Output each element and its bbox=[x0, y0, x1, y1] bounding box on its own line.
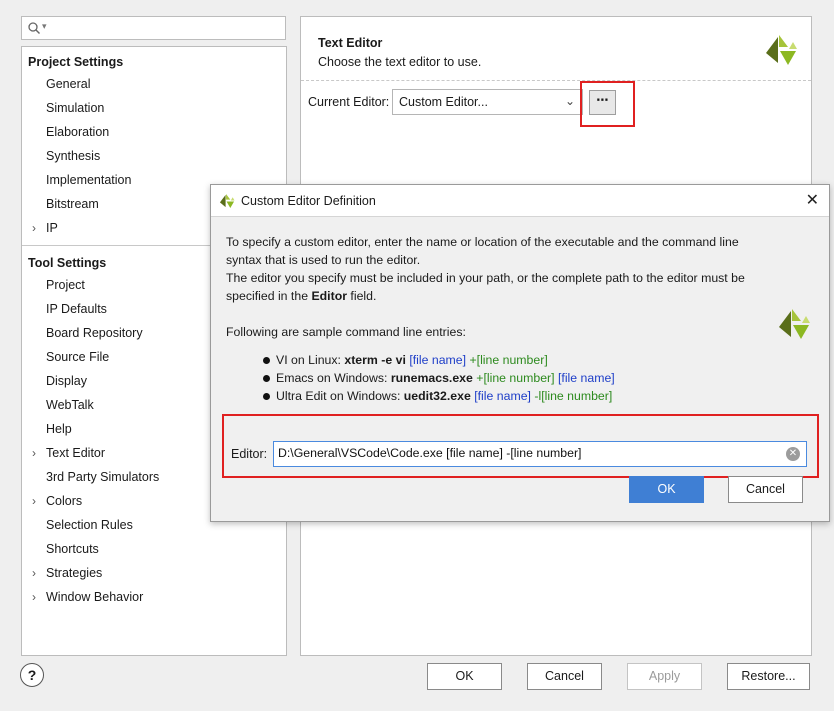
bullet-icon bbox=[263, 375, 270, 382]
sample-command: runemacs.exe bbox=[390, 371, 473, 385]
sample-line: Emacs on Windows: runemacs.exe +[line nu… bbox=[276, 371, 615, 385]
sample-arg: +[line number] bbox=[476, 371, 555, 385]
chevron-right-icon[interactable]: › bbox=[32, 590, 36, 604]
tree-item-board-repository[interactable]: Board Repository bbox=[46, 326, 143, 340]
vivado-logo-icon bbox=[219, 193, 235, 209]
panel-title: Text Editor bbox=[318, 36, 383, 50]
close-icon[interactable]: ✕ bbox=[806, 190, 819, 210]
tree-item-display[interactable]: Display bbox=[46, 374, 87, 388]
dialog-text-fragment: field. bbox=[350, 289, 377, 303]
editor-field-wrapper: ✕ bbox=[273, 441, 807, 467]
sample-command: xterm -e vi bbox=[344, 353, 406, 367]
editor-keyword: Editor bbox=[311, 289, 347, 303]
vivado-logo-icon bbox=[766, 35, 797, 65]
tree-item-project[interactable]: Project bbox=[46, 278, 85, 292]
vivado-logo-icon bbox=[779, 309, 810, 339]
apply-button[interactable]: Apply bbox=[627, 663, 702, 690]
sample-arg: +[line number] bbox=[469, 353, 548, 367]
clear-icon[interactable]: ✕ bbox=[786, 447, 800, 461]
sample-arg: [file name] bbox=[557, 371, 615, 385]
search-dropdown-icon: ▾ bbox=[42, 21, 47, 31]
tree-item-selection-rules[interactable]: Selection Rules bbox=[46, 518, 133, 532]
tree-item-simulation[interactable]: Simulation bbox=[46, 101, 104, 115]
project-settings-heading: Project Settings bbox=[28, 55, 124, 69]
search-input[interactable]: ▾ bbox=[21, 16, 286, 40]
highlight-box bbox=[580, 81, 635, 127]
dialog-text-line: The editor you specify must be included … bbox=[226, 271, 745, 285]
tree-item-window-behavior[interactable]: Window Behavior bbox=[46, 590, 143, 604]
chevron-right-icon[interactable]: › bbox=[32, 566, 36, 580]
custom-editor-dialog: Custom Editor Definition ✕ To specify a … bbox=[210, 184, 830, 522]
sample-arg: [file name] bbox=[474, 389, 531, 403]
dialog-text-line: specified in the Editor field. bbox=[226, 289, 376, 303]
chevron-right-icon[interactable]: › bbox=[32, 446, 36, 460]
panel-subtitle: Choose the text editor to use. bbox=[318, 55, 482, 69]
dialog-cancel-button[interactable]: Cancel bbox=[728, 476, 803, 503]
bullet-icon bbox=[263, 393, 270, 400]
cancel-button[interactable]: Cancel bbox=[527, 663, 602, 690]
editor-field[interactable] bbox=[278, 446, 778, 460]
current-editor-select[interactable]: Custom Editor... ⌄ bbox=[392, 89, 583, 115]
current-editor-value: Custom Editor... bbox=[399, 95, 488, 109]
chevron-right-icon[interactable]: › bbox=[32, 494, 36, 508]
tree-item-bitstream[interactable]: Bitstream bbox=[46, 197, 99, 211]
tree-item-strategies[interactable]: Strategies bbox=[46, 566, 102, 580]
sample-heading: Following are sample command line entrie… bbox=[226, 325, 466, 339]
restore-button[interactable]: Restore... bbox=[727, 663, 810, 690]
sample-line: VI on Linux: xterm -e vi [file name] +[l… bbox=[276, 353, 548, 367]
ok-button[interactable]: OK bbox=[427, 663, 502, 690]
dialog-title: Custom Editor Definition bbox=[241, 194, 376, 208]
tree-item-synthesis[interactable]: Synthesis bbox=[46, 149, 100, 163]
dialog-ok-button[interactable]: OK bbox=[629, 476, 704, 503]
sample-prefix: Ultra Edit on Windows: bbox=[276, 389, 404, 403]
sample-prefix: Emacs on Windows: bbox=[276, 371, 391, 385]
tree-item-source-file[interactable]: Source File bbox=[46, 350, 109, 364]
sample-line: Ultra Edit on Windows: uedit32.exe [file… bbox=[276, 389, 612, 403]
dialog-text-line: To specify a custom editor, enter the na… bbox=[226, 235, 739, 249]
dialog-text-line: syntax that is used to run the editor. bbox=[226, 253, 421, 267]
sample-arg: -l[line number] bbox=[534, 389, 613, 403]
tree-item-general[interactable]: General bbox=[46, 77, 90, 91]
tree-item-colors[interactable]: Colors bbox=[46, 494, 82, 508]
chevron-down-icon: ⌄ bbox=[564, 94, 575, 108]
tree-item-shortcuts[interactable]: Shortcuts bbox=[46, 542, 99, 556]
editor-label: Editor: bbox=[231, 447, 268, 461]
dialog-text-fragment: specified in the bbox=[226, 289, 309, 303]
dialog-titlebar[interactable]: Custom Editor Definition ✕ bbox=[211, 185, 829, 217]
bullet-icon bbox=[263, 357, 270, 364]
search-icon bbox=[28, 22, 40, 34]
tree-item-implementation[interactable]: Implementation bbox=[46, 173, 131, 187]
tree-item-ip-defaults[interactable]: IP Defaults bbox=[46, 302, 107, 316]
tree-item-ip[interactable]: IP bbox=[46, 221, 58, 235]
sample-command: uedit32.exe bbox=[403, 389, 471, 403]
header-divider bbox=[301, 80, 811, 81]
tree-item-webtalk[interactable]: WebTalk bbox=[46, 398, 94, 412]
sample-arg: [file name] bbox=[409, 353, 467, 367]
sample-prefix: VI on Linux: bbox=[276, 353, 345, 367]
help-button[interactable]: ? bbox=[20, 663, 44, 687]
tree-item-help[interactable]: Help bbox=[46, 422, 72, 436]
tree-item-3rd-party-simulators[interactable]: 3rd Party Simulators bbox=[46, 470, 159, 484]
current-editor-label: Current Editor: bbox=[308, 95, 390, 109]
tool-settings-heading: Tool Settings bbox=[28, 256, 107, 270]
chevron-right-icon[interactable]: › bbox=[32, 221, 36, 235]
tree-item-text-editor[interactable]: Text Editor bbox=[46, 446, 105, 460]
tree-item-elaboration[interactable]: Elaboration bbox=[46, 125, 109, 139]
